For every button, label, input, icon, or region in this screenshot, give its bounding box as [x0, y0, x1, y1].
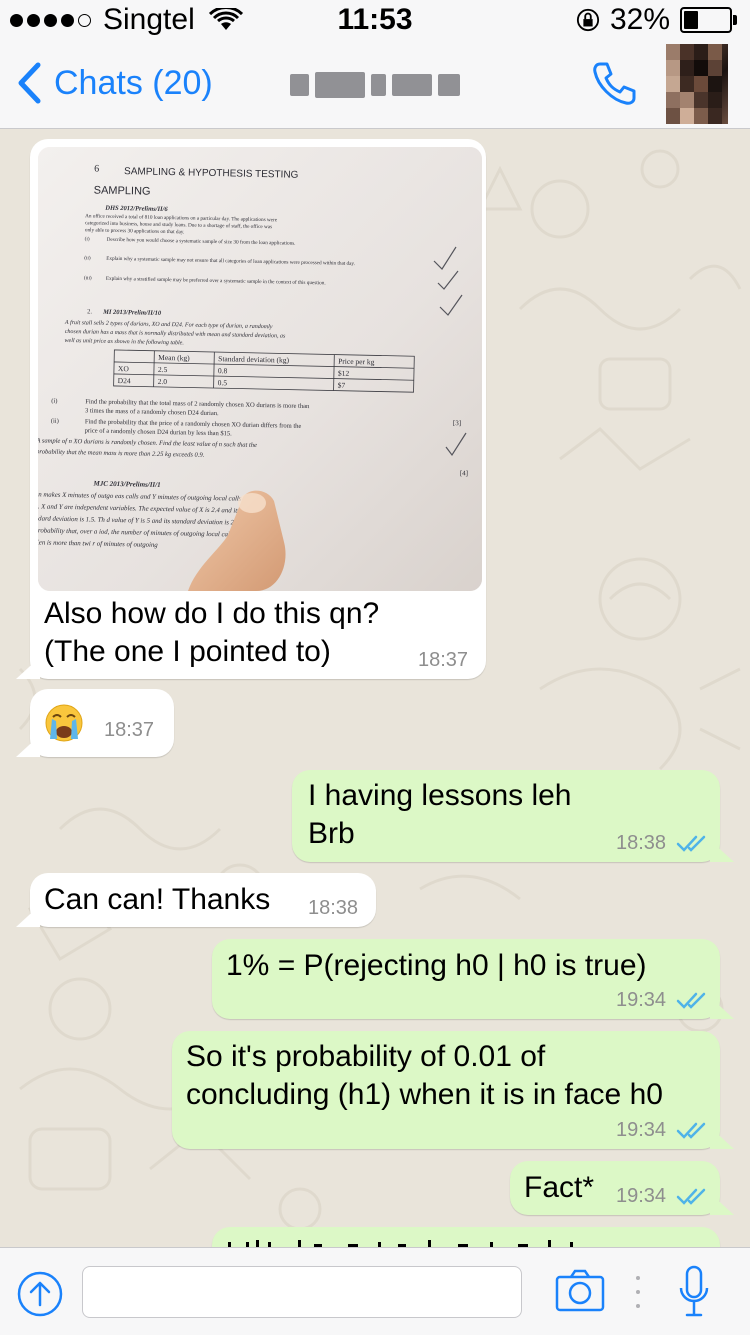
- more-dots-icon[interactable]: [634, 1276, 642, 1310]
- svg-text:(ii): (ii): [84, 254, 91, 261]
- svg-text:2.: 2.: [87, 308, 92, 315]
- q3-source: MJC 2013/Prelims/II/1: [92, 480, 160, 489]
- status-right: 32%: [576, 3, 737, 37]
- contact-name-redacted[interactable]: [290, 68, 460, 102]
- table-cell: D24: [118, 376, 131, 385]
- table-cell: 0.5: [218, 378, 228, 387]
- mark-4: [4]: [460, 469, 468, 477]
- message-bubble-incoming[interactable]: 18:37: [30, 689, 174, 757]
- compose-bar: [0, 1247, 750, 1335]
- chat-header: Chats (20): [0, 40, 750, 129]
- message-time: 18:37: [104, 719, 155, 741]
- camera-icon[interactable]: [554, 1268, 606, 1314]
- chevron-left-icon: [18, 62, 41, 104]
- doc-page-number: 6: [94, 163, 99, 174]
- double-check-icon: [676, 1188, 706, 1205]
- message-input[interactable]: [82, 1266, 522, 1318]
- back-button[interactable]: Chats (20): [16, 62, 213, 104]
- q1-source: DHS 2012/Prelims/II/6: [104, 205, 168, 213]
- message-text: So it's probability of 0.01 of concludin…: [186, 1040, 663, 1111]
- table-cell: $12: [338, 369, 350, 378]
- message-bubble-outgoing-partial[interactable]: [212, 1227, 720, 1247]
- message-photo[interactable]: 6 SAMPLING & HYPOTHESIS TESTING SAMPLING…: [38, 147, 482, 591]
- message-time: 18:38: [616, 832, 667, 854]
- avatar[interactable]: [666, 44, 728, 124]
- orientation-lock-icon: [576, 8, 600, 32]
- table-cell: Mean (kg): [158, 353, 190, 363]
- message-time: 18:38: [308, 897, 359, 919]
- message-text: Can can! Thanks: [44, 883, 271, 916]
- worksheet-photo: 6 SAMPLING & HYPOTHESIS TESTING SAMPLING…: [38, 147, 482, 591]
- table-cell: Price per kg: [338, 357, 375, 367]
- message-bubble-outgoing[interactable]: I having lessons leh Brb 18:38: [292, 770, 720, 862]
- microphone-icon[interactable]: [678, 1264, 710, 1320]
- table-cell: $7: [338, 381, 346, 390]
- q2-source: MI 2013/Prelim/II/10: [102, 309, 162, 317]
- message-time: 19:34: [616, 1119, 667, 1141]
- table-cell: Standard deviation (kg): [218, 354, 289, 364]
- table-cell: 2.5: [158, 365, 168, 374]
- message-bubble-incoming[interactable]: 6 SAMPLING & HYPOTHESIS TESTING SAMPLING…: [30, 139, 486, 679]
- double-check-icon: [676, 1122, 706, 1139]
- doc-section: SAMPLING: [94, 184, 151, 197]
- mark-3: [3]: [453, 419, 461, 427]
- message-bubble-outgoing[interactable]: So it's probability of 0.01 of concludin…: [172, 1031, 720, 1149]
- message-text: I having lessons leh Brb: [308, 779, 572, 850]
- message-time: 18:37: [418, 649, 469, 671]
- message-text: 1% = P(rejecting h0 | h0 is true): [226, 949, 647, 982]
- double-check-icon: [676, 992, 706, 1009]
- message-text: Also how do I do this qn? (The one I poi…: [44, 597, 380, 668]
- back-label: Chats (20): [54, 63, 213, 102]
- svg-text:(i): (i): [51, 398, 57, 405]
- table-cell: 2.0: [158, 377, 168, 386]
- message-text: Fact*: [524, 1171, 595, 1204]
- table-cell: XO: [118, 364, 130, 373]
- crying-face-emoji: [45, 704, 83, 742]
- message-bubble-incoming[interactable]: Can can! Thanks 18:38: [30, 873, 376, 927]
- table-cell: 0.8: [218, 366, 228, 375]
- status-bar: Singtel 11:53 32%: [0, 0, 750, 40]
- battery-percent: 32%: [609, 3, 670, 36]
- share-up-arrow-icon[interactable]: [16, 1270, 64, 1318]
- message-time: 19:34: [616, 1185, 667, 1207]
- double-check-icon: [676, 835, 706, 852]
- svg-text:(ii): (ii): [51, 418, 59, 425]
- svg-text:(iii): (iii): [84, 274, 92, 281]
- battery-icon: [680, 7, 737, 33]
- svg-text:(i): (i): [85, 235, 90, 242]
- clipped-text-tops: [228, 1240, 573, 1247]
- message-bubble-outgoing[interactable]: Fact* 19:34: [510, 1161, 720, 1215]
- message-list[interactable]: 6 SAMPLING & HYPOTHESIS TESTING SAMPLING…: [0, 129, 750, 1247]
- phone-icon[interactable]: [588, 58, 640, 110]
- message-bubble-outgoing[interactable]: 1% = P(rejecting h0 | h0 is true) 19:34: [212, 939, 720, 1019]
- message-time: 19:34: [616, 989, 667, 1011]
